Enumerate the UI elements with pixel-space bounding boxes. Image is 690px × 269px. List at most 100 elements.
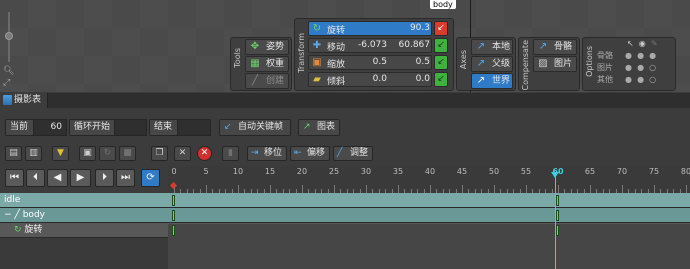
copy-button[interactable]: ▤ [5, 146, 22, 161]
auto-key-button[interactable]: ↙ 自动关键帧 [219, 119, 291, 136]
playhead-marker[interactable] [551, 172, 559, 178]
shift-button[interactable]: ⇤ 偏移 [290, 146, 331, 161]
eye-icon[interactable]: ◉ [639, 39, 646, 48]
compensate-title: Compensate [521, 40, 530, 91]
rotate-key-button[interactable]: ↙ [434, 21, 448, 36]
last-frame-button[interactable]: ⏭ [116, 169, 135, 187]
weights-button[interactable]: ▦ 权重 [245, 56, 289, 72]
row-track[interactable] [168, 193, 690, 208]
pose-button[interactable]: ✥ 姿势 [245, 39, 289, 55]
current-frame-input[interactable]: 60 [33, 119, 67, 136]
axes-local-button[interactable]: ↗ 本地 [471, 39, 513, 55]
parent-icon: ↗ [476, 58, 486, 69]
ruler-tick [622, 185, 623, 193]
ruler-tick [494, 185, 495, 193]
translate-icon: ✚ [312, 40, 322, 51]
bone-icon: ╱ [14, 210, 20, 220]
scale-key-button[interactable]: ↙ [434, 55, 448, 70]
magnify-icon[interactable]: 🔍︎ [3, 66, 14, 76]
transform-row-rotate[interactable]: ↻ 旋转 90.3 [308, 21, 432, 36]
cursor-icon[interactable]: ↖ [627, 39, 634, 48]
prev-frame-button[interactable]: ⏴ [26, 169, 45, 187]
translate-y-value[interactable]: 60.867 [385, 40, 431, 50]
cut-icon[interactable]: ✕ [174, 146, 191, 161]
row-label: idle [4, 195, 21, 205]
shear-y-value[interactable]: 0.0 [385, 74, 430, 84]
keyframe[interactable] [172, 225, 175, 236]
keyframe[interactable] [556, 210, 559, 221]
graph-button[interactable]: ↗ 图表 [298, 119, 340, 136]
print-icon[interactable]: ▣ [79, 146, 96, 161]
row-track[interactable] [168, 208, 690, 223]
ruler-label: 65 [584, 167, 596, 176]
timeline-row-body[interactable]: − ╱ body [0, 208, 690, 223]
ruler-tick [526, 185, 527, 193]
shear-key-button[interactable]: ↙ [434, 72, 448, 87]
graph-icon: ↗ [303, 122, 311, 132]
pen-icon[interactable]: ✎ [651, 39, 658, 48]
tab-dopesheet[interactable]: 摄影表 [0, 93, 48, 108]
viewport[interactable]: 🔍︎ ⤢ body Tools ✥ 姿势 ▦ 权重 ╱ 创建 Transform ↻ … [0, 0, 690, 92]
repeat-icon[interactable]: ↻ [99, 146, 116, 161]
options-panel: Options ↖ ◉ ✎ 骨骼 ● ● ● 图片 ● ● ○ 其他 ● ● ○ [582, 37, 676, 91]
fit-icon[interactable]: ⤢ [3, 78, 10, 88]
tools-title: Tools [233, 48, 242, 68]
translate-key-button[interactable]: ↙ [434, 38, 448, 53]
transform-row-scale[interactable]: ▣ 缩放 0.5 0.5 [308, 55, 432, 70]
stop-icon[interactable]: ■ [119, 146, 136, 161]
timeline-row-idle[interactable]: idle [0, 193, 690, 208]
timeline-empty-area[interactable] [168, 224, 690, 269]
ruler-tick [558, 185, 559, 193]
timeline-ruler[interactable]: 0 5 10 15 20 25 30 35 40 45 50 55 60 65 70 75 80 [168, 166, 690, 193]
transform-row-shear[interactable]: ▰ 倾斜 0.0 0.0 [308, 72, 432, 87]
create-icon: ╱ [251, 75, 259, 86]
keyframe[interactable] [556, 225, 559, 236]
adjust-button[interactable]: ╱ 调整 [333, 146, 374, 161]
ruler-label: 35 [392, 167, 404, 176]
ruler-tick [398, 185, 399, 193]
options-title: Options [585, 46, 594, 77]
filter-icon[interactable]: ▼ [52, 146, 69, 161]
keyframe[interactable] [556, 195, 559, 206]
ruler-tick [430, 185, 431, 193]
trash-icon[interactable]: ▮ [222, 146, 239, 161]
paste-button[interactable]: ▥ [25, 146, 42, 161]
ruler-label: 20 [296, 167, 308, 176]
axes-world-button[interactable]: ↗ 世界 [471, 73, 513, 89]
ruler-label: 45 [456, 167, 468, 176]
zoom-knob[interactable] [5, 32, 13, 40]
axes-parent-button[interactable]: ↗ 父级 [471, 56, 513, 72]
bone-label: body [430, 0, 456, 9]
delete-icon[interactable]: ✕ [197, 146, 212, 161]
play-backward-button[interactable]: ◀ [47, 169, 68, 187]
pose-icon: ✥ [250, 41, 260, 52]
loop-button[interactable]: ⟳ [141, 169, 160, 187]
tree-empty-area [0, 239, 168, 269]
adjust-icon: ╱ [337, 148, 343, 158]
shear-x-value[interactable]: 0.0 [339, 74, 387, 84]
translate-x-value[interactable]: -6.073 [339, 40, 387, 50]
play-forward-button[interactable]: ▶ [70, 169, 91, 187]
compensate-images-button[interactable]: ▨ 图片 [533, 56, 577, 72]
collapse-icon[interactable]: − [4, 210, 12, 220]
keyframe[interactable] [172, 210, 175, 221]
scale-x-value[interactable]: 0.5 [339, 57, 387, 67]
first-frame-button[interactable]: ⏮ [5, 169, 24, 187]
ruler-label: 70 [616, 167, 628, 176]
transform-row-translate[interactable]: ✚ 移动 -6.073 60.867 [308, 38, 432, 53]
next-frame-button[interactable]: ⏵ [95, 169, 114, 187]
create-button[interactable]: ╱ 创建 [245, 73, 289, 89]
offset-button[interactable]: ⇥ 移位 [247, 146, 288, 161]
local-icon: ↗ [476, 41, 486, 52]
keyframe[interactable] [172, 195, 175, 206]
ruler-tick [686, 185, 687, 193]
duplicate-icon[interactable]: ❐ [151, 146, 168, 161]
compensate-bones-button[interactable]: ↗ 骨骼 [533, 39, 577, 55]
end-input[interactable] [177, 119, 211, 136]
option-row-bones: 骨骼 ● ● ● [597, 51, 657, 60]
rotate-icon: ↻ [312, 23, 322, 34]
zoom-slider[interactable]: 🔍︎ ⤢ [3, 4, 15, 88]
scale-y-value[interactable]: 0.5 [385, 57, 430, 67]
loop-start-input[interactable] [114, 119, 147, 136]
rotate-value[interactable]: 90.3 [385, 23, 430, 33]
